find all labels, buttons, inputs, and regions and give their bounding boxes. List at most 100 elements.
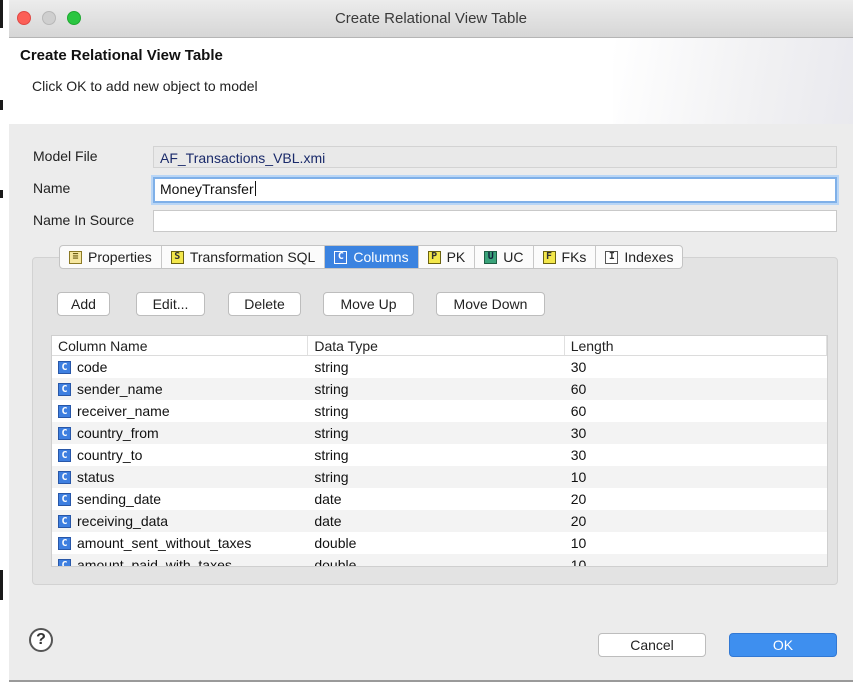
length-cell: 60: [570, 403, 587, 419]
name-input-text: MoneyTransfer: [160, 181, 254, 197]
unique-constraint-icon: U: [484, 250, 498, 264]
column-header-length[interactable]: Length: [565, 336, 827, 355]
column-name-text: amount_sent_without_taxes: [77, 535, 252, 551]
column-name-cell: Cstatus: [52, 469, 308, 485]
column-name-text: status: [77, 469, 115, 485]
tab-label: UC: [503, 249, 524, 265]
name-in-source-input[interactable]: [153, 210, 837, 232]
ok-button[interactable]: OK: [729, 633, 837, 657]
dialog-message: Click OK to add new object to model: [32, 78, 258, 94]
column-name-cell: Creceiver_name: [52, 403, 308, 419]
data-type-cell: string: [314, 469, 349, 485]
length-cell: 30: [570, 425, 587, 441]
tab-fks[interactable]: F FKs: [534, 246, 597, 268]
column-name-cell: Csender_name: [52, 381, 308, 397]
column-name-cell: Ccountry_to: [52, 447, 308, 463]
tab-label: Indexes: [624, 249, 674, 265]
data-type-cell: string: [314, 381, 349, 397]
columns-table[interactable]: Column Name Data Type Length Ccode string…: [51, 335, 828, 567]
table-row[interactable]: Cstatus string 10: [52, 466, 827, 488]
column-header-type[interactable]: Data Type: [308, 336, 565, 355]
column-icon: C: [58, 492, 71, 506]
help-icon[interactable]: ?: [29, 628, 53, 652]
window-title: Create Relational View Table: [334, 10, 528, 27]
edit-button[interactable]: Edit...: [136, 292, 205, 316]
length-cell: 10: [570, 557, 587, 567]
cancel-button[interactable]: Cancel: [598, 633, 706, 657]
table-row[interactable]: Csending_date date 20: [52, 488, 827, 510]
length-cell: 30: [570, 447, 587, 463]
foreign-keys-icon: F: [542, 250, 556, 264]
data-type-cell: string: [314, 403, 349, 419]
column-name-text: country_from: [77, 425, 159, 441]
column-name-cell: Camount_paid_with_taxes: [52, 557, 308, 567]
tab-label: Properties: [88, 249, 152, 265]
table-body: Ccode string 30 Csender_name string 60 Creceiv…: [52, 356, 827, 567]
data-type-cell: string: [314, 447, 349, 463]
move-up-button[interactable]: Move Up: [323, 292, 414, 316]
dialog-window: Create Relational View Table Create Rela…: [9, 0, 853, 682]
column-name-cell: Camount_sent_without_taxes: [52, 535, 308, 551]
table-row[interactable]: Ccountry_to string 30: [52, 444, 827, 466]
column-name-text: country_to: [77, 447, 143, 463]
column-name-cell: Ccode: [52, 359, 308, 375]
tab-bar: ≡ Properties S Transformation SQL C Colu…: [59, 245, 684, 269]
column-icon: C: [58, 514, 71, 528]
table-row[interactable]: Ccode string 30: [52, 356, 827, 378]
left-edge: [0, 0, 9, 682]
column-icon: C: [58, 360, 71, 374]
delete-button[interactable]: Delete: [228, 292, 301, 316]
table-header: Column Name Data Type Length: [52, 336, 827, 356]
edge-mark: [0, 570, 3, 600]
add-button[interactable]: Add: [57, 292, 110, 316]
length-cell: 10: [570, 469, 587, 485]
move-down-button[interactable]: Move Down: [436, 292, 545, 316]
column-header-name[interactable]: Column Name: [52, 336, 309, 355]
column-name-cell: Csending_date: [52, 491, 308, 507]
column-name-cell: Ccountry_from: [52, 425, 308, 441]
length-cell: 10: [570, 535, 587, 551]
edge-mark: [0, 100, 3, 110]
text-caret: [254, 181, 256, 196]
column-name-text: sender_name: [77, 381, 163, 397]
model-file-field: AF_Transactions_VBL.xmi: [153, 146, 837, 168]
table-row[interactable]: Csender_name string 60: [52, 378, 827, 400]
column-name-text: amount_paid_with_taxes: [77, 557, 232, 567]
table-row[interactable]: Camount_sent_without_taxes double 10: [52, 532, 827, 554]
edge-mark: [0, 190, 3, 198]
edge-mark: [0, 0, 3, 28]
column-name-text: receiver_name: [77, 403, 170, 419]
table-row[interactable]: Creceiving_data date 20: [52, 510, 827, 532]
column-name-text: sending_date: [77, 491, 162, 507]
tab-transformation-sql[interactable]: S Transformation SQL: [162, 246, 326, 268]
column-icon: C: [58, 404, 71, 418]
tab-label: Transformation SQL: [189, 249, 316, 265]
tab-label: PK: [446, 249, 466, 265]
indexes-icon: I: [605, 250, 619, 264]
length-cell: 30: [570, 359, 587, 375]
table-row[interactable]: Camount_paid_with_taxes double 10: [52, 554, 827, 567]
columns-icon: C: [334, 250, 348, 264]
properties-icon: ≡: [69, 250, 82, 264]
column-name-text: receiving_data: [77, 513, 169, 529]
name-in-source-label: Name In Source: [33, 212, 135, 228]
dialog-heading: Create Relational View Table: [20, 47, 223, 64]
header-banner: Create Relational View Table Click OK to…: [9, 38, 853, 124]
tab-columns[interactable]: C Columns: [325, 246, 419, 268]
tab-properties[interactable]: ≡ Properties: [60, 246, 162, 268]
primary-key-icon: P: [427, 250, 441, 264]
tab-uc[interactable]: U UC: [475, 246, 534, 268]
length-cell: 20: [570, 513, 587, 529]
table-row[interactable]: Creceiver_name string 60: [52, 400, 827, 422]
name-label: Name: [33, 180, 71, 196]
tab-label: FKs: [561, 249, 587, 265]
column-name-cell: Creceiving_data: [52, 513, 308, 529]
table-row[interactable]: Ccountry_from string 30: [52, 422, 827, 444]
tab-indexes[interactable]: I Indexes: [596, 246, 682, 268]
name-input[interactable]: MoneyTransfer: [153, 177, 837, 203]
data-type-cell: string: [314, 425, 349, 441]
column-icon: C: [58, 448, 71, 462]
column-icon: C: [58, 536, 71, 550]
tab-pk[interactable]: P PK: [419, 246, 476, 268]
tab-label: Columns: [353, 249, 409, 265]
